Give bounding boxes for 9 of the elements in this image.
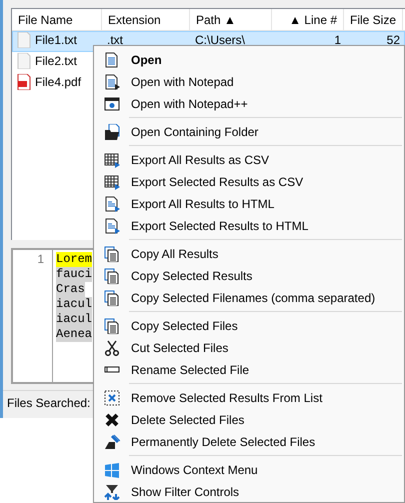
line-number: 1	[36, 252, 44, 267]
table-cell: .txt	[107, 33, 124, 47]
table-cell: 1	[334, 33, 341, 47]
table-cell: 52	[386, 33, 400, 47]
status-text: Files Searched:	[7, 394, 90, 412]
table-cell: File4.pdf	[35, 75, 82, 89]
table-cell: File2.txt	[35, 54, 78, 68]
table-cell: C:\Users\	[195, 33, 246, 47]
table-cell: File1.txt	[35, 33, 78, 47]
